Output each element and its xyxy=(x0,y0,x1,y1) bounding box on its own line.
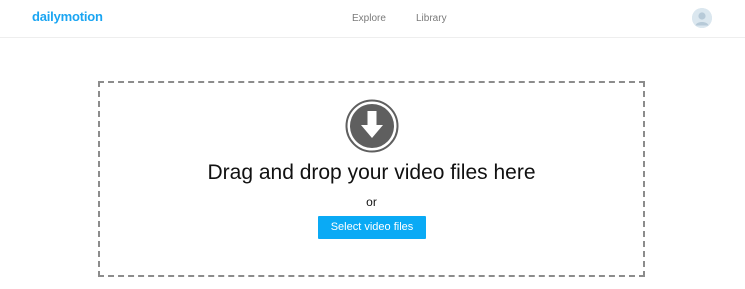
nav-explore-link[interactable]: Explore xyxy=(352,13,386,24)
user-avatar-icon[interactable] xyxy=(692,8,712,28)
top-navigation-bar: dailymotion Explore Library xyxy=(0,0,745,38)
dailymotion-logo[interactable]: dailymotion xyxy=(32,9,103,24)
download-arrow-icon xyxy=(345,99,399,153)
select-video-files-button[interactable]: Select video files xyxy=(318,216,426,239)
nav-library-link[interactable]: Library xyxy=(416,13,447,24)
or-separator: or xyxy=(366,195,377,209)
dropzone-headline: Drag and drop your video files here xyxy=(207,161,536,184)
upload-dropzone[interactable]: Drag and drop your video files here or S… xyxy=(98,81,645,277)
